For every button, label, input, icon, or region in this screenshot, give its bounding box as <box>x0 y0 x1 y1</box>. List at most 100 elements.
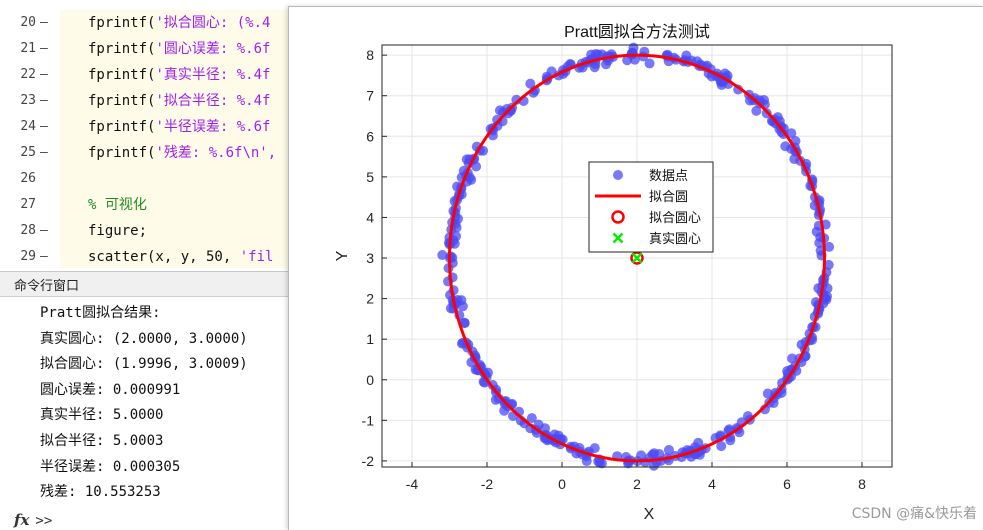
command-output-line: 半径误差: 0.000305 <box>40 458 181 475</box>
code-editor[interactable]: 20— fprintf('拟合圆心: (%.4 21— fprintf('圆心误差: … <box>0 0 300 268</box>
line-number: 24 <box>20 119 36 134</box>
command-window[interactable]: 命令行窗口 Pratt圆拟合结果: 真实圆心: (2.0000, 3.0000) 拟… <box>0 271 290 530</box>
line-number: 28 <box>20 223 36 238</box>
breakpoint-marker[interactable]: — <box>40 62 54 88</box>
code-line[interactable]: 26 <box>0 166 300 192</box>
code-token: fprintf( <box>88 41 156 57</box>
x-tick-label: 4 <box>708 476 716 492</box>
data-point <box>636 450 647 461</box>
code-line-background <box>60 166 300 192</box>
code-token: fprintf( <box>88 67 156 83</box>
code-token: fprintf( <box>88 15 156 31</box>
figure-canvas: -4 -2 0 2 4 6 8 -2 -1 0 1 2 3 4 5 6 7 8 Pratt圆拟合方法测试 X Y 数据点拟… <box>334 23 893 523</box>
breakpoint-marker[interactable]: — <box>40 10 54 36</box>
figure-window[interactable]: -4 -2 0 2 4 6 8 -2 -1 0 1 2 3 4 5 6 7 8 Pratt圆拟合方法测试 X Y 数据点拟… <box>288 6 983 530</box>
line-number: 26 <box>20 171 36 186</box>
y-tick-label: 0 <box>366 372 374 388</box>
line-number: 29 <box>20 249 36 264</box>
code-token: figure; <box>88 223 148 239</box>
code-text: fprintf('半径误差: %.6f <box>88 114 270 140</box>
data-point <box>811 226 822 237</box>
command-window-header: 命令行窗口 <box>0 272 290 297</box>
code-token: '圆心误差: %.6f <box>155 41 271 57</box>
breakpoint-marker[interactable]: — <box>40 140 54 166</box>
x-tick-label: 8 <box>858 476 866 492</box>
y-tick-label: -1 <box>362 412 375 428</box>
legend-label: 数据点 <box>649 169 688 184</box>
data-point <box>821 294 832 305</box>
code-text: scatter(x, y, 50, 'fil <box>88 244 273 268</box>
watermark: CSDN @痛&快乐着 <box>851 506 977 522</box>
legend: 数据点拟合圆拟合圆心真实圆心 <box>588 161 714 253</box>
code-text: figure; <box>88 218 147 244</box>
x-tick-label: 0 <box>558 476 566 492</box>
legend-label: 真实圆心 <box>649 232 701 247</box>
code-token: '真实半径: %.4f <box>155 67 271 83</box>
code-token: % 可视化 <box>88 197 147 213</box>
chart-title: Pratt圆拟合方法测试 <box>564 23 710 41</box>
line-number: 25 <box>20 145 36 160</box>
command-output-line: 残差: 10.553253 <box>40 484 161 501</box>
breakpoint-marker[interactable]: — <box>40 36 54 62</box>
breakpoint-marker[interactable] <box>40 192 54 218</box>
code-line[interactable]: 21 — fprintf('圆心误差: %.6f <box>0 36 300 62</box>
breakpoint-marker[interactable]: — <box>40 218 54 244</box>
legend-label: 拟合圆心 <box>649 211 701 226</box>
line-number: 21 <box>20 41 36 56</box>
y-tick-label: 8 <box>366 47 374 63</box>
command-window-title: 命令行窗口 <box>14 279 80 294</box>
code-token: '拟合圆心: (%.4 <box>155 15 271 31</box>
data-point <box>589 443 600 454</box>
command-output-line: 真实半径: 5.0000 <box>40 407 164 424</box>
command-output-line: 拟合圆心: (1.9996, 3.0009) <box>40 356 248 373</box>
fx-icon[interactable]: fx <box>14 511 29 529</box>
y-tick-label: 6 <box>366 128 374 144</box>
data-point <box>451 231 462 242</box>
command-output-line: 圆心误差: 0.000991 <box>40 381 181 398</box>
code-token: fprintf( <box>88 119 156 135</box>
x-axis-label: X <box>644 506 655 523</box>
legend-label: 拟合圆 <box>649 190 688 205</box>
breakpoint-marker[interactable]: — <box>40 244 54 268</box>
code-line[interactable]: 29 — scatter(x, y, 50, 'fil <box>0 244 300 268</box>
x-tick-label: 2 <box>633 476 641 492</box>
code-token: fprintf( <box>88 145 156 161</box>
y-tick-label: 5 <box>366 169 374 185</box>
code-token: 'fil <box>239 249 274 265</box>
code-text: fprintf('拟合圆心: (%.4 <box>88 10 270 36</box>
breakpoint-marker[interactable]: — <box>40 114 54 140</box>
code-token: '残差: %.6f\n', <box>155 145 277 161</box>
command-prompt-row[interactable]: fx >> <box>14 510 52 530</box>
data-point <box>644 58 655 69</box>
code-line[interactable]: 25 — fprintf('残差: %.6f\n', <box>0 140 300 166</box>
code-text: fprintf('残差: %.6f\n', <box>88 140 276 166</box>
legend-marker-points <box>613 170 623 180</box>
x-tick-label: 6 <box>783 476 791 492</box>
y-tick-label: 7 <box>366 88 374 104</box>
breakpoint-marker[interactable] <box>40 166 54 192</box>
y-tick-label: 2 <box>366 291 374 307</box>
code-token: scatter(x, y, 50, <box>88 249 240 265</box>
code-line[interactable]: 23 — fprintf('拟合半径: %.4f <box>0 88 300 114</box>
code-line[interactable]: 20 — fprintf('拟合圆心: (%.4 <box>0 10 300 36</box>
command-output-line: 拟合半径: 5.0003 <box>40 432 164 449</box>
data-point <box>716 79 727 90</box>
code-token: fprintf( <box>88 93 156 109</box>
x-tick-label: -4 <box>406 476 419 492</box>
line-number: 23 <box>20 93 36 108</box>
code-line[interactable]: 22 — fprintf('真实半径: %.4f <box>0 62 300 88</box>
y-tick-label: 3 <box>366 250 374 266</box>
command-prompt[interactable]: >> <box>35 513 52 529</box>
code-line[interactable]: 24 — fprintf('半径误差: %.6f <box>0 114 300 140</box>
x-tick-label: -2 <box>481 476 494 492</box>
line-number: 20 <box>20 15 36 30</box>
command-output-line: 真实圆心: (2.0000, 3.0000) <box>40 330 248 347</box>
command-output-line: Pratt圆拟合结果: <box>40 305 161 321</box>
line-number: 22 <box>20 67 36 82</box>
code-text: fprintf('圆心误差: %.6f <box>88 36 270 62</box>
code-line[interactable]: 28 — figure; <box>0 218 300 244</box>
breakpoint-marker[interactable]: — <box>40 88 54 114</box>
code-line[interactable]: 27 % 可视化 <box>0 192 300 218</box>
y-tick-label: -2 <box>362 453 375 469</box>
data-point <box>762 388 773 399</box>
